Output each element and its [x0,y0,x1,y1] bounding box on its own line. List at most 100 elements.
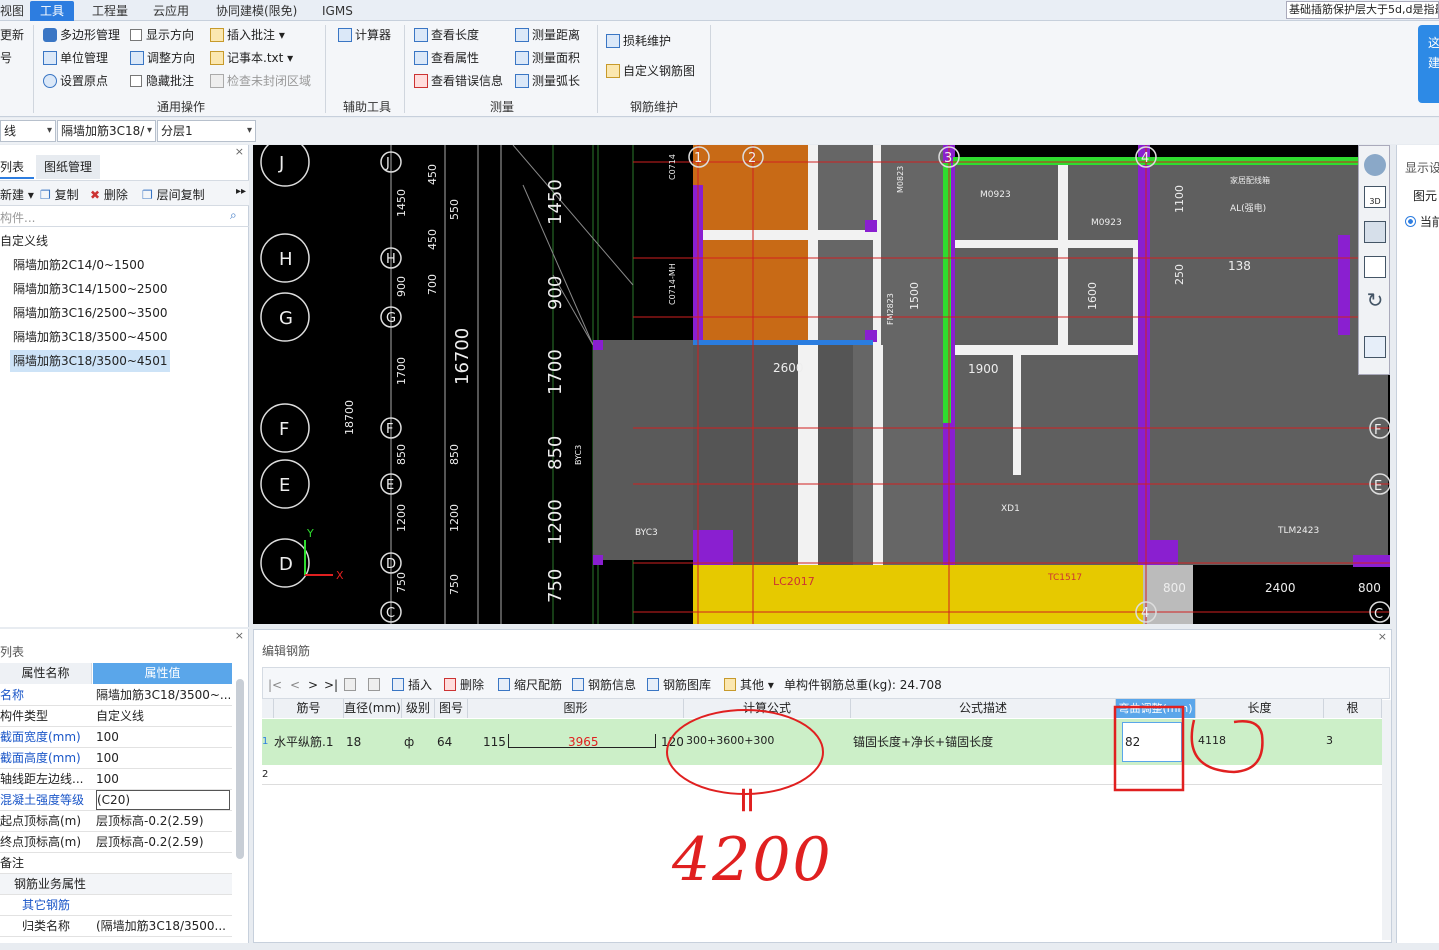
property-value[interactable]: 层顶标高-0.2(2.59) [96,832,230,853]
search-icon[interactable]: ⌕ [230,208,237,223]
property-key: 构件类型 [0,709,49,723]
label-1500: 1500 [908,282,921,310]
tree-category[interactable]: 自定义线 [0,230,48,252]
polygon-manage-button[interactable]: 多边形管理 [43,25,120,45]
property-row[interactable]: 终点顶标高(m) 层顶标高-0.2(2.59) [0,832,232,853]
tab-drawing-manage[interactable]: 图纸管理 [36,155,100,179]
layer-combo[interactable]: 分层1 [157,120,256,142]
property-value[interactable]: 隔墙加筋3C18/3500~... [96,685,230,706]
property-row[interactable]: 起点顶标高(m) 层顶标高-0.2(2.59) [0,811,232,832]
menu-tab-cloud[interactable]: 云应用 [153,1,189,21]
property-row[interactable]: 轴线距左边线... 100 [0,769,232,790]
close-icon[interactable]: × [1378,630,1387,643]
dim-550: 550 [448,199,461,220]
orbit-icon[interactable] [1364,154,1386,176]
tab-list[interactable]: 列表 [0,155,34,179]
type-combo[interactable]: 线 [0,120,56,142]
handwritten-value: 4200 [672,825,833,895]
hide-note-checkbox[interactable]: 隐藏批注 [130,71,194,91]
y-label: Y [306,527,314,540]
3d-icon[interactable]: 3D [1364,186,1386,208]
current-radio[interactable]: 当前 [1405,213,1439,230]
edit-scrollbar[interactable] [1382,700,1391,940]
view-error-button[interactable]: 查看错误信息 [414,71,503,91]
close-icon[interactable]: × [235,145,244,158]
copy-button[interactable]: ❐ 复制 [40,186,79,203]
property-value[interactable]: 100 [96,769,230,790]
adjust-direction-button[interactable]: 调整方向 [130,48,195,68]
property-value[interactable]: 自定义线 [96,706,230,727]
property-row[interactable]: 归类名称 (隔墙加筋3C18/3500... [0,916,232,937]
view-property-button[interactable]: 查看属性 [414,48,479,68]
axis-G: G [279,308,293,329]
tree-item-3[interactable]: 隔墙加筋3C16/2500~3500 [13,302,167,324]
dim-750-b: 750 [448,574,461,595]
promo-popup[interactable]: 这 建 [1418,25,1439,103]
axis-G-small: G [386,311,396,326]
measure-distance-button[interactable]: 测量距离 [515,25,580,45]
box-icon[interactable] [1364,256,1386,278]
menu-tab-igms[interactable]: IGMS [322,1,353,21]
property-value[interactable]: 100 [96,748,230,769]
property-row[interactable]: 备注 [0,853,232,874]
tree-item-2[interactable]: 隔墙加筋3C14/1500~2500 [13,278,167,300]
cad-canvas[interactable]: J H G F E D J H G F E D C F E C 1 2 3 4 … [253,145,1390,624]
property-row[interactable]: 其它钢筋 [0,895,232,916]
tree-item-1[interactable]: 隔墙加筋2C14/0~1500 [13,254,145,276]
hint-field[interactable]: 基础插筋保护层大于5d,d是指最 [1286,1,1439,19]
delete-button[interactable]: ✖ 删除 [90,186,128,203]
measure-arc-button[interactable]: 测量弧长 [515,71,580,91]
label-m0923-b: M0923 [1091,218,1122,228]
dim-700: 700 [426,274,439,295]
property-value[interactable]: 层顶标高-0.2(2.59) [96,811,230,832]
property-row[interactable]: 截面宽度(mm) 100 [0,727,232,748]
layer-copy-button[interactable]: ❐ 层间复制 [142,186,205,203]
property-row[interactable]: 名称 隔墙加筋3C18/3500~... [0,685,232,706]
measure-area-button[interactable]: 测量面积 [515,48,580,68]
prop-scrollbar[interactable] [236,679,244,859]
rotate-icon[interactable]: ↻ [1364,289,1386,311]
property-row[interactable]: 混凝土强度等级 (C20) [0,790,232,811]
show-direction-checkbox[interactable]: 显示方向 [130,25,194,45]
label-c0714-mh: C0714-MH [668,263,677,305]
cube-icon[interactable] [1364,221,1386,243]
component-combo[interactable]: 隔墙加筋3C18/ [57,120,156,142]
set-origin-button[interactable]: 设置原点 [43,71,108,91]
insert-note-button[interactable]: 插入批注 ▾ [210,25,285,45]
menu-tab-tools[interactable]: 工具 [30,1,75,21]
unit-manage-button[interactable]: 单位管理 [43,48,108,68]
axis-F-right: F [1374,423,1381,438]
label-2600: 2600 [773,361,804,375]
view-length-button[interactable]: 查看长度 [414,25,479,45]
loss-icon [606,34,620,48]
x-label: X [336,569,344,582]
check-unclosed-button[interactable]: 检查未封闭区域 [210,71,311,91]
close-icon[interactable]: × [235,629,244,642]
axis-H-small: H [386,252,396,267]
tree-item-4[interactable]: 隔墙加筋3C18/3500~4500 [13,326,167,348]
menu-tab-view[interactable]: 视图 [0,1,24,21]
notepad-button[interactable]: 记事本.txt ▾ [210,48,293,68]
menu-tab-quantity[interactable]: 工程量 [92,1,128,21]
tree-item-5-selected[interactable]: 隔墙加筋3C18/3500~4501 [10,350,171,372]
display-settings-tab[interactable]: 显示设 [1405,159,1439,176]
search-box[interactable]: 构件... ⌕ [0,207,249,227]
ribbon-clip[interactable]: 号 [0,48,12,68]
property-value[interactable]: (C20) [96,790,230,810]
calculator-button[interactable]: 计算器 [338,25,391,45]
property-value[interactable]: (隔墙加筋3C18/3500... [96,916,230,937]
new-button[interactable]: 新建 ▾ [0,186,34,203]
loss-maintain-button[interactable]: 损耗维护 [606,31,671,51]
adjust-direction-icon [130,51,144,65]
legend-tab[interactable]: 图元 [1413,187,1437,204]
search-input[interactable]: 构件... [0,209,35,226]
menu-tab-collab[interactable]: 协同建模(限免) [216,1,297,21]
property-row[interactable]: 构件类型 自定义线 [0,706,232,727]
property-row[interactable]: 截面高度(mm) 100 [0,748,232,769]
grid-view-icon[interactable] [1364,336,1386,358]
property-row[interactable]: 钢筋业务属性 [0,874,232,895]
property-value[interactable]: 100 [96,727,230,748]
more-icon[interactable]: ▸▸ [236,186,246,197]
ribbon-update-clip[interactable]: 更新 [0,25,24,45]
custom-rebar-button[interactable]: 自定义钢筋图 [606,61,695,81]
